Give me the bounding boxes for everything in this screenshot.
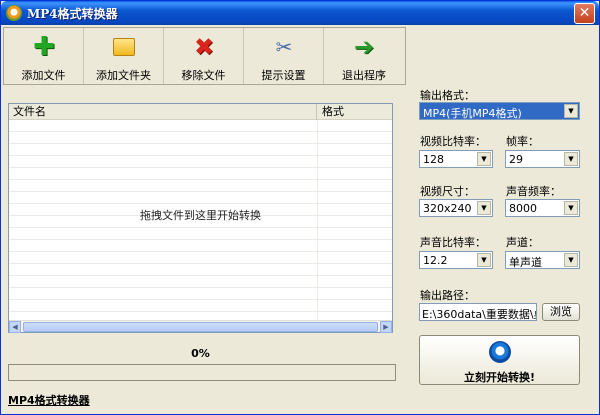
title-bar: MP4格式转换器 ✕ <box>1 1 599 25</box>
audio-bitrate-select[interactable]: 12.2 ▼ <box>419 251 493 269</box>
scroll-left-icon[interactable]: ◀ <box>9 321 21 333</box>
delete-x-icon: ✖ <box>193 33 215 61</box>
close-button[interactable]: ✕ <box>574 3 595 24</box>
progress-bar <box>8 364 396 381</box>
output-path-field[interactable]: E:\360data\重要数据\桌面 <box>419 303 537 321</box>
frame-rate-value: 29 <box>509 153 523 166</box>
settings-button[interactable]: ✂ 提示设置 <box>244 28 324 84</box>
scroll-thumb[interactable] <box>23 322 378 332</box>
output-format-select[interactable]: MP4(手机MP4格式) ▼ <box>419 102 580 120</box>
tools-icon: ✂ <box>275 35 293 59</box>
scroll-right-icon[interactable]: ▶ <box>380 321 392 333</box>
video-size-value: 320x240 <box>423 202 472 215</box>
toolbar: ✚ 添加文件 添加文件夹 ✖ 移除文件 ✂ 提示设置 ➔ 退出程序 <box>3 27 406 85</box>
chevron-down-icon[interactable]: ▼ <box>564 201 578 215</box>
audio-rate-select[interactable]: 8000 ▼ <box>505 199 580 217</box>
add-folder-button[interactable]: 添加文件夹 <box>84 28 164 84</box>
frame-rate-select[interactable]: 29 ▼ <box>505 150 580 168</box>
audio-bitrate-label: 声音比特率： <box>420 236 486 249</box>
channel-label: 声道： <box>506 236 539 249</box>
column-header-format[interactable]: 格式 <box>318 104 392 120</box>
chevron-down-icon[interactable]: ▼ <box>477 253 491 267</box>
chevron-down-icon[interactable]: ▼ <box>564 152 578 166</box>
horizontal-scrollbar[interactable]: ◀ ▶ <box>9 320 392 333</box>
chevron-down-icon[interactable]: ▼ <box>477 201 491 215</box>
output-format-label: 输出格式： <box>420 89 475 102</box>
start-convert-button[interactable]: 立刻开始转换! <box>419 335 580 385</box>
column-header-filename[interactable]: 文件名 <box>9 104 317 120</box>
window-title: MP4格式转换器 <box>27 7 118 21</box>
list-header: 文件名 格式 <box>9 104 392 120</box>
convert-icon <box>489 341 511 363</box>
frame-rate-label: 帧率： <box>506 135 539 148</box>
folder-icon <box>113 38 135 56</box>
arrow-right-icon: ➔ <box>353 33 375 61</box>
progress-percent: 0% <box>191 347 210 360</box>
start-convert-label: 立刻开始转换! <box>463 371 536 384</box>
browse-button[interactable]: 浏览 <box>542 303 580 321</box>
chevron-down-icon[interactable]: ▼ <box>564 104 578 118</box>
app-icon <box>6 5 22 21</box>
output-path-value: E:\360data\重要数据\桌面 <box>422 308 536 321</box>
channel-select[interactable]: 单声道 ▼ <box>505 251 580 269</box>
audio-rate-value: 8000 <box>509 202 537 215</box>
video-bitrate-label: 视频比特率： <box>420 135 486 148</box>
drop-hint: 拖拽文件到这里开始转换 <box>140 209 261 222</box>
file-list[interactable]: 文件名 格式 拖拽文件到这里开始转换 ◀ ▶ <box>8 103 393 333</box>
video-size-select[interactable]: 320x240 ▼ <box>419 199 493 217</box>
app-window: MP4格式转换器 ✕ ✚ 添加文件 添加文件夹 ✖ 移除文件 ✂ 提示设置 ➔ … <box>0 0 600 415</box>
video-bitrate-select[interactable]: 128 ▼ <box>419 150 493 168</box>
footer-link[interactable]: MP4格式转换器 <box>8 392 90 408</box>
add-file-button[interactable]: ✚ 添加文件 <box>4 28 84 84</box>
output-format-value: MP4(手机MP4格式) <box>423 107 522 120</box>
video-size-label: 视频尺寸： <box>420 185 475 198</box>
video-bitrate-value: 128 <box>423 153 444 166</box>
close-icon: ✕ <box>578 5 591 21</box>
remove-file-label: 移除文件 <box>181 69 226 82</box>
exit-label: 退出程序 <box>342 69 386 82</box>
channel-value: 单声道 <box>509 256 542 269</box>
add-file-label: 添加文件 <box>21 69 66 82</box>
output-path-label: 输出路径： <box>420 289 475 302</box>
add-folder-label: 添加文件夹 <box>96 69 151 82</box>
chevron-down-icon[interactable]: ▼ <box>477 152 491 166</box>
plus-icon: ✚ <box>33 32 55 62</box>
audio-rate-label: 声音频率： <box>506 185 561 198</box>
exit-button[interactable]: ➔ 退出程序 <box>324 28 404 84</box>
audio-bitrate-value: 12.2 <box>423 254 448 267</box>
chevron-down-icon[interactable]: ▼ <box>564 253 578 267</box>
settings-label: 提示设置 <box>261 69 306 82</box>
remove-file-button[interactable]: ✖ 移除文件 <box>164 28 244 84</box>
